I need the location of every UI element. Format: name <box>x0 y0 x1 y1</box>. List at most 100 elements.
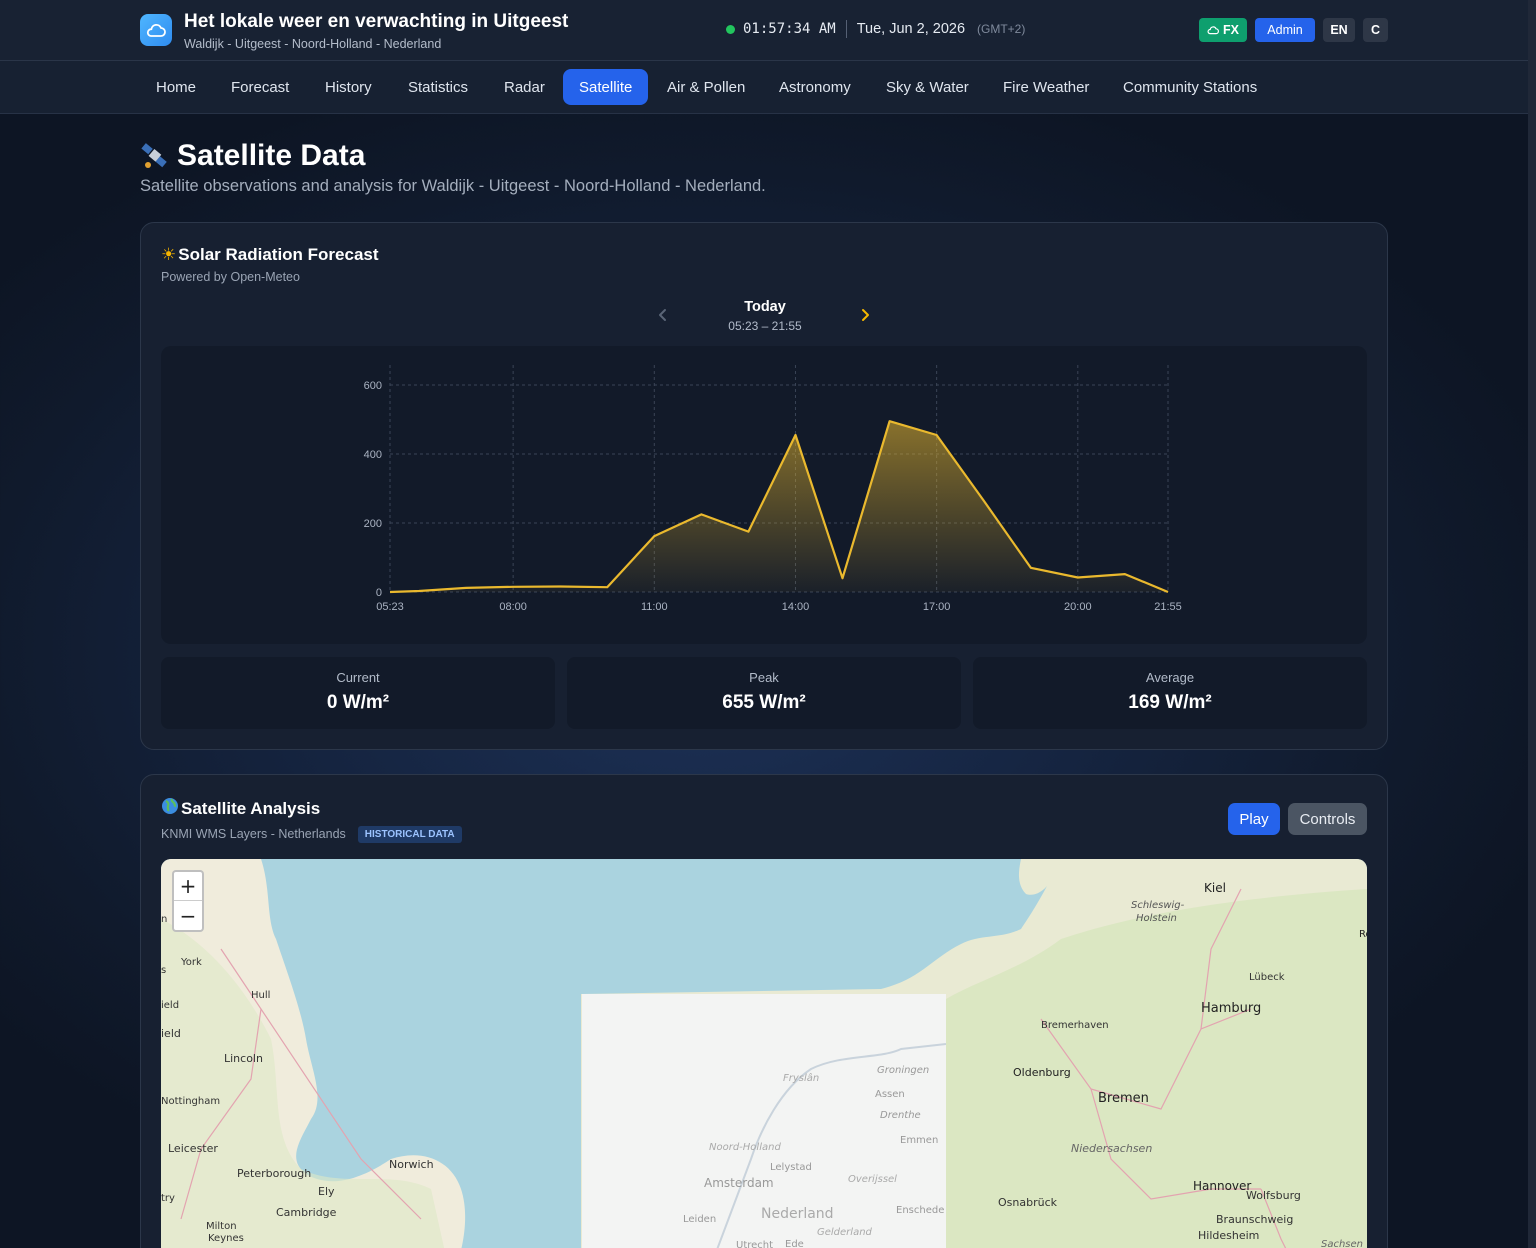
x-tick-label: 17:00 <box>923 601 951 613</box>
cloud-icon <box>1207 26 1219 35</box>
map-place-label: Nottingham <box>161 1096 220 1107</box>
solar-area-fill <box>390 421 1168 592</box>
nav-satellite[interactable]: Satellite <box>563 69 649 105</box>
admin-button[interactable]: Admin <box>1255 18 1315 42</box>
satellite-map[interactable]: Kiel Schleswig- Holstein Ro Lübeck Hamburg Bre… <box>161 859 1367 1248</box>
zoom-in-button[interactable]: + <box>174 872 202 901</box>
map-place-label: Enschede <box>896 1205 944 1216</box>
x-tick-label: 05:23 <box>376 601 404 613</box>
nav-astronomy[interactable]: Astronomy <box>763 69 867 105</box>
satellite-analysis-card: Satellite Analysis KNMI WMS Layers - Net… <box>140 774 1388 1248</box>
page-title-text: Satellite Data <box>177 139 366 172</box>
map-place-label: Nederland <box>761 1206 834 1222</box>
map-place-label: s <box>161 965 166 976</box>
y-tick-label: 600 <box>364 380 382 392</box>
top-header: Het lokale weer en verwachting in Uitgee… <box>0 0 1528 61</box>
map-place-label: Schleswig- <box>1131 900 1185 911</box>
map-place-label: Ede <box>785 1239 804 1248</box>
stat-peak-label: Peak <box>749 670 779 685</box>
stat-average: Average 169 W/m² <box>973 657 1367 729</box>
solar-chart-panel: 0 200 400 600 05:23 08:00 11:00 14:00 17:00 20:00… <box>161 346 1367 644</box>
language-button[interactable]: EN <box>1323 18 1355 42</box>
map-place-label: Emmen <box>900 1135 938 1146</box>
map-place-label: Amsterdam <box>704 1176 774 1190</box>
map-place-label: Sachsen <box>1321 1239 1363 1248</box>
map-place-label: Hannover <box>1193 1179 1251 1193</box>
map-place-label: Gelderland <box>817 1227 873 1238</box>
nav-home[interactable]: Home <box>140 69 212 105</box>
globe-icon <box>161 797 179 820</box>
live-status-dot <box>726 24 735 34</box>
sun-icon: ☀ <box>161 245 177 264</box>
site-title[interactable]: Het lokale weer en verwachting in Uitgee… <box>184 11 568 33</box>
play-button[interactable]: Play <box>1228 803 1280 835</box>
unit-toggle-button[interactable]: C <box>1363 18 1388 42</box>
y-tick-label: 400 <box>364 449 382 461</box>
map-place-label: Utrecht <box>736 1240 773 1248</box>
map-place-label: Ely <box>318 1185 335 1198</box>
fx-button-label: FX <box>1223 23 1239 37</box>
site-location: Waldijk - Uitgeest - Noord-Holland - Ned… <box>184 37 442 51</box>
scrollbar[interactable] <box>1528 0 1536 1248</box>
nav-radar[interactable]: Radar <box>488 69 561 105</box>
map-place-label: Milton <box>206 1221 237 1232</box>
satellite-card-title-text: Satellite Analysis <box>181 798 321 818</box>
map-place-label: Bremerhaven <box>1041 1020 1109 1031</box>
clock-timezone: (GMT+2) <box>977 22 1026 36</box>
solar-card-source: Powered by Open-Meteo <box>161 270 300 284</box>
solar-card-title-text: Solar Radiation Forecast <box>178 245 379 264</box>
day-navigator: Today 05:23 – 21:55 <box>141 297 1389 337</box>
map-place-label: Assen <box>875 1089 905 1100</box>
map-place-label: ield <box>161 1000 179 1011</box>
satellite-source-text: KNMI WMS Layers - Netherlands <box>161 826 346 841</box>
map-place-label: n <box>161 914 167 925</box>
map-place-label: Norwich <box>389 1158 434 1171</box>
day-label: Today <box>744 299 786 315</box>
stat-current: Current 0 W/m² <box>161 657 555 729</box>
map-place-label: Lincoln <box>224 1052 263 1065</box>
map-place-label: Groningen <box>877 1065 929 1076</box>
map-tiles: Kiel Schleswig- Holstein Ro Lübeck Hamburg Bre… <box>161 859 1367 1248</box>
map-place-label: Bremen <box>1098 1091 1149 1106</box>
nav-sky-water[interactable]: Sky & Water <box>870 69 985 105</box>
historical-data-badge: HISTORICAL DATA <box>357 826 462 843</box>
controls-button[interactable]: Controls <box>1288 803 1367 835</box>
map-place-label: Peterborough <box>237 1167 311 1180</box>
nav-statistics[interactable]: Statistics <box>392 69 484 105</box>
nav-community-stations[interactable]: Community Stations <box>1107 69 1273 105</box>
map-place-label: Keynes <box>208 1233 244 1244</box>
x-tick-label: 08:00 <box>499 601 527 613</box>
stat-current-value: 0 W/m² <box>326 692 390 713</box>
x-tick-label: 20:00 <box>1064 601 1092 613</box>
map-place-label: Leiden <box>683 1214 716 1225</box>
zoom-out-button[interactable]: − <box>174 901 202 930</box>
map-place-label: Kiel <box>1204 881 1226 895</box>
solar-radiation-card: ☀ Solar Radiation Forecast Powered by Op… <box>140 222 1388 750</box>
map-place-label: Holstein <box>1136 913 1177 924</box>
clock: 01:57:34 AM Tue, Jun 2, 2026 (GMT+2) <box>726 20 1025 38</box>
map-place-label: Oldenburg <box>1013 1066 1071 1079</box>
satellite-card-title: Satellite Analysis <box>161 797 320 820</box>
page-subtitle: Satellite observations and analysis for … <box>140 177 766 195</box>
stat-peak: Peak 655 W/m² <box>567 657 961 729</box>
map-place-label: York <box>180 957 202 968</box>
map-place-label: Osnabrück <box>998 1196 1058 1209</box>
map-place-label: Lübeck <box>1249 972 1285 983</box>
map-place-label: Lelystad <box>770 1162 812 1173</box>
nav-forecast[interactable]: Forecast <box>215 69 305 105</box>
clock-divider <box>845 20 847 38</box>
stat-current-label: Current <box>336 670 380 685</box>
clock-time: 01:57:34 AM <box>743 21 836 37</box>
x-tick-label: 14:00 <box>782 601 810 613</box>
site-logo-cloud-icon[interactable] <box>140 14 172 46</box>
next-day-chevron-icon[interactable] <box>855 305 875 325</box>
nav-fire-weather[interactable]: Fire Weather <box>987 69 1105 105</box>
map-place-label: Leicester <box>168 1142 218 1155</box>
zoom-control: + − <box>172 870 204 932</box>
fx-button[interactable]: FX <box>1199 18 1247 42</box>
nav-air-pollen[interactable]: Air & Pollen <box>651 69 761 105</box>
map-place-label: Niedersachsen <box>1071 1142 1152 1155</box>
nav-history[interactable]: History <box>309 69 388 105</box>
solar-radiation-chart[interactable]: 0 200 400 600 05:23 08:00 11:00 14:00 17:00 20:00… <box>161 346 1367 644</box>
satellite-icon <box>141 143 167 168</box>
